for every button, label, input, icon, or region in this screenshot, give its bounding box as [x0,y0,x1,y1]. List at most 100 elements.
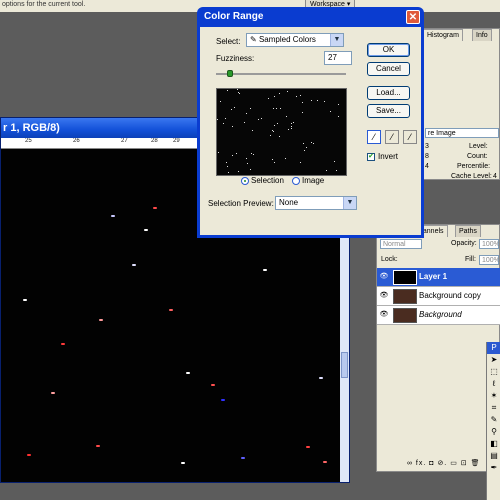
histogram-source-select[interactable]: re Image [425,128,499,138]
selection-preview-dropdown-value: None [279,198,299,207]
preview-speck [279,93,280,94]
preview-speck [302,102,303,103]
opacity-label: Opacity: [451,240,477,247]
preview-speck [274,162,275,163]
visibility-eye-icon[interactable]: 👁 [379,287,389,305]
select-dropdown[interactable]: ✎ Sampled Colors ▼ [246,33,344,47]
dialog-body: Select: ✎ Sampled Colors ▼ Fuzziness: 27… [200,27,421,235]
preview-speck [250,108,251,109]
preview-speck [227,166,228,167]
close-icon[interactable]: ✕ [406,10,420,24]
selection-preview-dropdown[interactable]: None ▼ [275,196,357,210]
preview-speck [246,113,247,114]
preview-speck [268,98,269,99]
canvas-speck [186,372,190,374]
canvas-speck [211,384,215,386]
ruler-label: 27 [121,138,128,144]
preview-speck [238,92,239,93]
dialog-titlebar[interactable]: Color Range ✕ [200,7,421,27]
cache-level-value: 4 [493,173,497,180]
chevron-down-icon: ▼ [330,34,343,46]
canvas-speck [153,207,157,209]
eyedropper-minus-icon[interactable]: ⁄ [403,130,417,144]
selection-radio[interactable] [241,177,249,185]
preview-speck [258,119,259,120]
eraser-tool-icon[interactable]: ◧ [487,438,500,450]
preview-speck [280,108,281,109]
preview-speck [250,169,251,170]
invert-label: Invert [378,152,399,161]
preview-speck [274,125,275,126]
preview-speck [288,129,289,130]
preview-speck [304,150,305,151]
canvas-speck [181,462,185,464]
visibility-eye-icon[interactable]: 👁 [379,268,389,286]
save-button[interactable]: Save... [367,104,410,118]
eyedropper-icon[interactable]: ⁄ [367,130,381,144]
preview-speck [247,163,248,164]
opacity-field[interactable]: 100% [479,239,500,249]
canvas-speck [319,377,323,379]
preview-speck [306,147,307,148]
tab-paths[interactable]: Paths [455,225,481,237]
crop-tool-icon[interactable]: ⌗ [487,402,500,414]
preview-speck [300,95,301,96]
preview-speck [291,123,292,124]
layer-row-background[interactable]: 👁 Background [377,306,500,325]
pen-tool-icon[interactable]: ✒ [487,462,500,474]
fuzziness-slider-thumb[interactable] [226,70,233,77]
tab-histogram[interactable]: Histogram [423,29,463,41]
preview-speck [237,89,238,90]
preview-speck [272,130,273,131]
eyedropper-small-icon: ✎ [250,35,259,44]
wand-tool-icon[interactable]: ✶ [487,390,500,402]
fuzziness-slider-track[interactable] [216,73,346,75]
load-button[interactable]: Load... [367,86,410,100]
preview-speck [220,101,221,102]
select-label: Select: [216,37,241,46]
marquee-tool-icon[interactable]: ⬚ [487,366,500,378]
histogram-left-value: 4 [425,163,429,170]
move-tool-icon[interactable]: ➤ [487,354,500,366]
eyedropper-plus-icon[interactable]: ⁄ [385,130,399,144]
image-radio[interactable] [292,177,300,185]
preview-speck [293,122,294,123]
layer-name: Layer 1 [419,272,448,281]
tools-palette-header[interactable]: P [487,342,500,354]
canvas-speck [263,269,267,271]
preview-speck [236,153,237,154]
canvas-speck [144,229,148,231]
tab-info[interactable]: Info [472,29,492,41]
options-hint: options for the current tool. [2,1,86,8]
fill-field[interactable]: 100% [479,255,500,265]
preview-speck [317,100,318,101]
stamp-tool-icon[interactable]: ⚲ [487,426,500,438]
scrollbar-thumb[interactable] [341,352,348,378]
preview-speck [246,158,247,159]
layer-row-background-copy[interactable]: 👁 Background copy [377,287,500,306]
cancel-button[interactable]: Cancel [367,62,410,76]
invert-checkbox[interactable]: ✔ [367,153,375,161]
preview-speck [270,135,271,136]
visibility-eye-icon[interactable]: 👁 [379,306,389,324]
preview-speck [223,123,224,124]
gradient-tool-icon[interactable]: ▤ [487,450,500,462]
preview-speck [311,142,312,143]
layer-row-layer-1[interactable]: 👁 Layer 1 [377,268,500,287]
lasso-tool-icon[interactable]: ℓ [487,378,500,390]
preview-speck [291,126,292,127]
preview-speck [296,96,297,97]
layers-footer-icons[interactable]: ∞ fx. ◘ ⊘. ▭ ⊡ 🗑 [407,459,480,467]
preview-speck [232,155,233,156]
fuzziness-input[interactable]: 27 [324,51,352,65]
preview-speck [238,171,239,172]
canvas-speck [323,461,327,463]
brush-tool-icon[interactable]: ✎ [487,414,500,426]
preview-speck [251,153,252,154]
cache-level-label: Cache Level: [451,173,492,180]
blend-mode-select[interactable]: Normal [380,239,422,249]
canvas-speck [241,457,245,459]
dialog-title: Color Range [204,11,264,22]
ok-button[interactable]: OK [367,43,410,57]
preview-speck [225,118,226,119]
